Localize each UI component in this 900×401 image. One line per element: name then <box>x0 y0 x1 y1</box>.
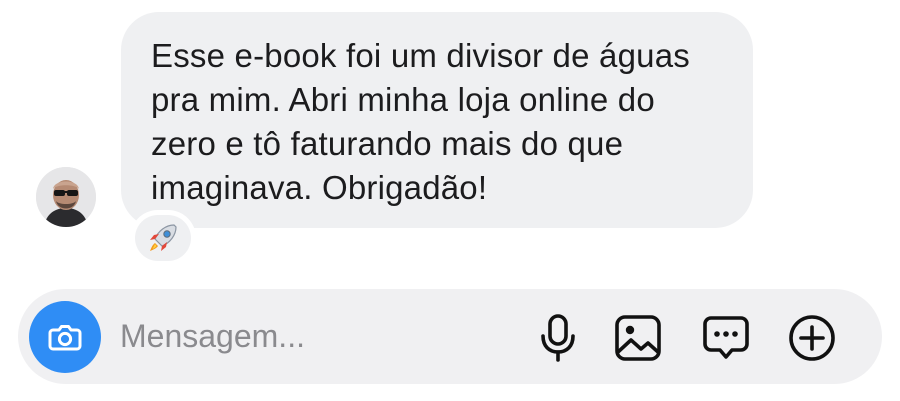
message-input[interactable] <box>120 311 500 361</box>
avatar-photo <box>36 167 96 227</box>
microphone-icon <box>541 314 575 362</box>
sticker-icon <box>703 316 749 359</box>
camera-button[interactable] <box>29 301 101 373</box>
message-composer <box>18 289 882 384</box>
chat-screen: Esse e-book foi um divisor de águas pra … <box>0 0 900 401</box>
received-message-bubble[interactable]: Esse e-book foi um divisor de águas pra … <box>121 12 753 228</box>
rocket-icon <box>150 224 177 251</box>
gallery-icon <box>615 315 661 361</box>
microphone-button[interactable] <box>532 312 584 364</box>
sticker-button[interactable] <box>700 312 752 364</box>
reaction-badge <box>135 215 191 261</box>
message-reaction[interactable] <box>132 212 194 264</box>
camera-icon <box>48 325 82 351</box>
add-button[interactable] <box>786 312 838 364</box>
gallery-button[interactable] <box>612 312 664 364</box>
message-text: Esse e-book foi um divisor de águas pra … <box>151 37 690 206</box>
avatar[interactable] <box>36 167 96 227</box>
add-icon <box>789 315 835 361</box>
